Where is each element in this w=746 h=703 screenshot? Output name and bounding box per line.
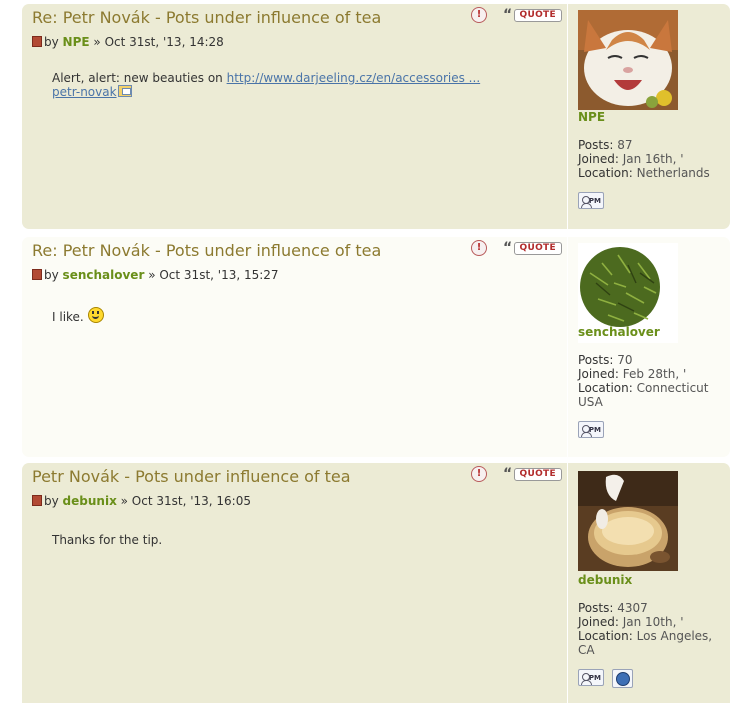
post-meta: by senchalover » Oct 31st, '13, 15:27	[32, 268, 279, 282]
post-date: » Oct 31st, '13, 16:05	[120, 494, 251, 508]
by-label: by	[44, 268, 59, 282]
avatar[interactable]	[578, 10, 678, 110]
joined-date: Jan 10th, '	[622, 615, 684, 629]
report-icon[interactable]: !	[471, 466, 487, 482]
posts-count: 4307	[617, 601, 648, 615]
quote-mark-icon: “	[503, 7, 513, 23]
post-text: Alert, alert: new beauties on	[52, 71, 227, 85]
smiley-icon	[87, 307, 104, 323]
location-value-cont: CA	[578, 643, 595, 657]
profile-username[interactable]: debunix	[578, 573, 632, 587]
post-icon[interactable]	[32, 36, 42, 47]
post-2: Re: Petr Novák - Pots under influence of…	[22, 237, 730, 457]
content-link-cont[interactable]: petr-novak	[52, 85, 117, 99]
post-author-link[interactable]: debunix	[63, 494, 117, 508]
post-content: Thanks for the tip.	[52, 533, 162, 547]
location-label: Location:	[578, 629, 633, 643]
post-author-link[interactable]: senchalover	[63, 268, 145, 282]
profile-stats: Posts: 87 Joined: Jan 16th, ' Location: …	[578, 138, 710, 180]
report-icon[interactable]: !	[471, 7, 487, 23]
joined-label: Joined:	[578, 367, 619, 381]
profile-stats: Posts: 70 Joined: Feb 28th, ' Location: …	[578, 353, 708, 409]
location-value: Netherlands	[636, 166, 710, 180]
post-icon[interactable]	[32, 495, 42, 506]
location-value-cont: USA	[578, 395, 603, 409]
joined-label: Joined:	[578, 615, 619, 629]
posts-label: Posts:	[578, 353, 614, 367]
post-title[interactable]: Petr Novák - Pots under influence of tea	[32, 467, 351, 486]
post-title[interactable]: Re: Petr Novák - Pots under influence of…	[32, 241, 381, 260]
quote-label: QUOTE	[513, 468, 562, 481]
post-content: I like.	[52, 307, 104, 324]
post-content: Alert, alert: new beauties on http://www…	[52, 71, 480, 99]
external-link-icon[interactable]	[117, 85, 132, 97]
post-icon[interactable]	[32, 269, 42, 280]
report-icon[interactable]: !	[471, 240, 487, 256]
post-date: » Oct 31st, '13, 15:27	[148, 268, 279, 282]
quote-button[interactable]: “QUOTE	[503, 7, 562, 23]
quote-button[interactable]: “QUOTE	[503, 466, 562, 482]
post-3: Petr Novák - Pots under influence of tea…	[22, 463, 730, 703]
post-meta: by debunix » Oct 31st, '13, 16:05	[32, 494, 251, 508]
joined-label: Joined:	[578, 152, 619, 166]
post-profile: NPE Posts: 87 Joined: Jan 16th, ' Locati…	[567, 4, 728, 229]
post-date: » Oct 31st, '13, 14:28	[93, 35, 224, 49]
quote-mark-icon: “	[503, 240, 513, 256]
pm-button[interactable]: PM	[578, 421, 604, 438]
post-title[interactable]: Re: Petr Novák - Pots under influence of…	[32, 8, 381, 27]
location-label: Location:	[578, 166, 633, 180]
joined-date: Feb 28th, '	[622, 367, 687, 381]
posts-count: 87	[617, 138, 633, 152]
profile-username[interactable]: NPE	[578, 110, 605, 124]
website-globe-icon[interactable]	[612, 669, 633, 688]
profile-username[interactable]: senchalover	[578, 325, 660, 339]
joined-date: Jan 16th, '	[622, 152, 684, 166]
avatar[interactable]	[578, 471, 678, 571]
location-label: Location:	[578, 381, 633, 395]
pm-button[interactable]: PM	[578, 192, 604, 209]
by-label: by	[44, 35, 59, 49]
posts-label: Posts:	[578, 138, 614, 152]
quote-label: QUOTE	[513, 242, 562, 255]
by-label: by	[44, 494, 59, 508]
post-profile: senchalover Posts: 70 Joined: Feb 28th, …	[567, 237, 728, 457]
location-value: Connecticut	[636, 381, 709, 395]
quote-label: QUOTE	[513, 9, 562, 22]
posts-label: Posts:	[578, 601, 614, 615]
post-profile: debunix Posts: 4307 Joined: Jan 10th, ' …	[567, 463, 728, 703]
profile-stats: Posts: 4307 Joined: Jan 10th, ' Location…	[578, 601, 712, 657]
quote-button[interactable]: “QUOTE	[503, 240, 562, 256]
quote-mark-icon: “	[503, 466, 513, 482]
post-text: Thanks for the tip.	[52, 533, 163, 547]
content-link[interactable]: http://www.darjeeling.cz/en/accessories …	[227, 71, 481, 85]
post-author-link[interactable]: NPE	[63, 35, 90, 49]
posts-count: 70	[617, 353, 633, 367]
post-text: I like.	[52, 310, 84, 324]
pm-button[interactable]: PM	[578, 669, 604, 686]
location-value: Los Angeles,	[636, 629, 713, 643]
post-meta: by NPE » Oct 31st, '13, 14:28	[32, 35, 224, 49]
post-1: Re: Petr Novák - Pots under influence of…	[22, 4, 730, 229]
